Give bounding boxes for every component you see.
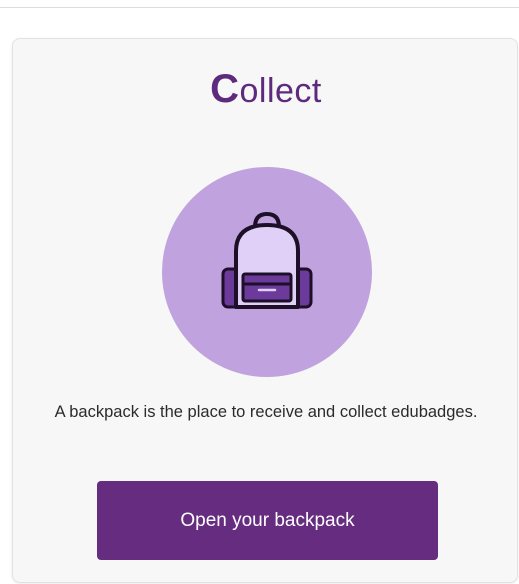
top-divider — [0, 7, 519, 8]
card-title: Collect — [13, 67, 519, 112]
backpack-icon — [221, 211, 313, 309]
card-title-initial: C — [210, 67, 240, 111]
collect-card: Collect A backpack is the place to recei… — [12, 38, 518, 583]
open-backpack-button[interactable]: Open your backpack — [97, 481, 438, 560]
card-title-rest: ollect — [239, 72, 322, 110]
card-description: A backpack is the place to receive and c… — [54, 403, 478, 421]
backpack-illustration — [162, 167, 372, 377]
